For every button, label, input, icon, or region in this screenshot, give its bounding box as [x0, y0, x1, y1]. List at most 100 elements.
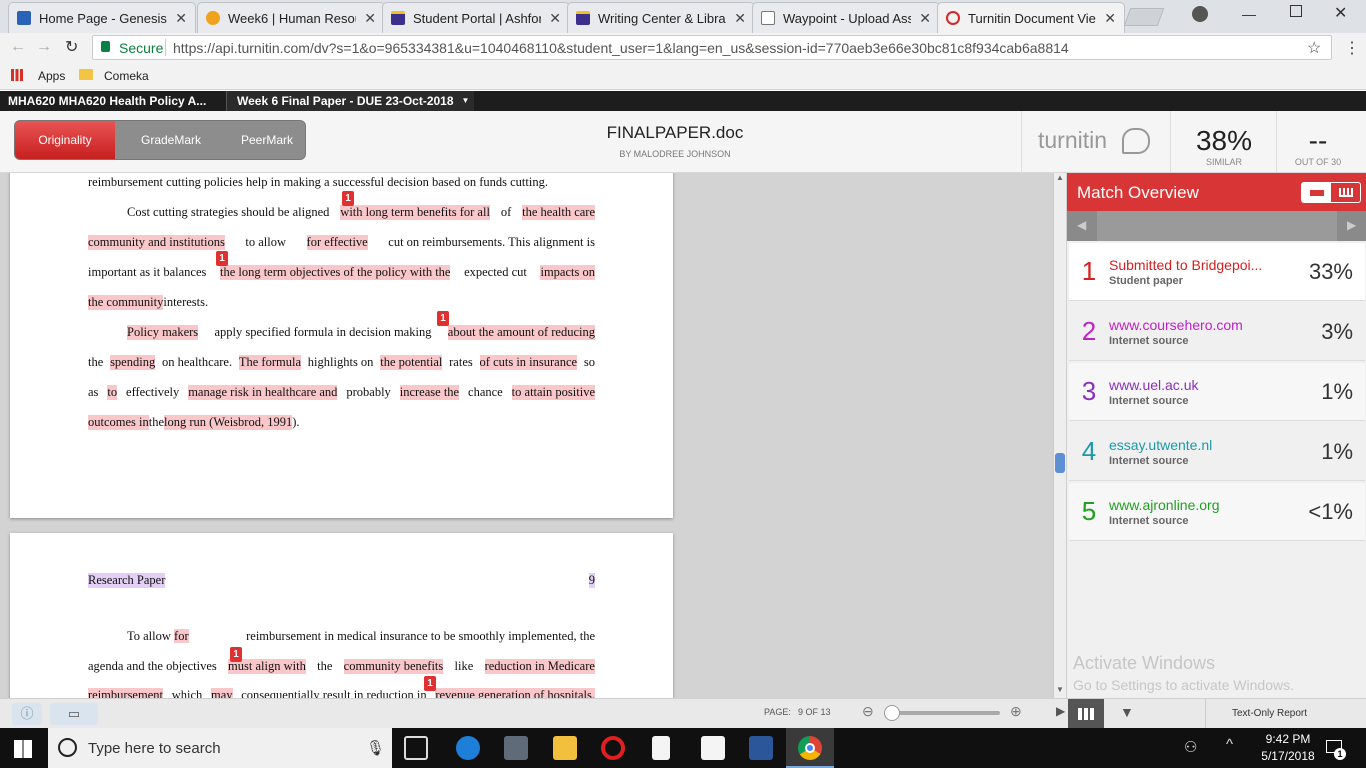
match-marker[interactable]: 1 [230, 647, 242, 662]
document-viewer[interactable]: reimbursement cutting policies help in m… [0, 173, 1053, 698]
match-highlight[interactable]: to attain positive [511, 385, 595, 400]
text-only-report-button[interactable]: Text-Only Report [1232, 708, 1307, 719]
bookmark-apps[interactable]: Apps [38, 69, 65, 83]
match-source-name[interactable]: essay.utwente.nl [1109, 437, 1293, 453]
zoom-handle[interactable] [884, 705, 900, 721]
close-icon[interactable]: ✕ [549, 10, 561, 27]
notepad-icon[interactable] [652, 736, 670, 760]
match-highlight[interactable]: impacts on [540, 265, 595, 280]
match-highlight[interactable]: to [107, 385, 118, 400]
scroll-up-icon[interactable]: ▲ [1056, 173, 1064, 182]
match-highlight[interactable]: the health care [522, 205, 595, 220]
close-icon[interactable]: ✕ [1104, 10, 1116, 27]
filter-icon[interactable]: ▼ [1120, 704, 1134, 720]
match-highlight[interactable]: reimbursement [88, 688, 163, 698]
match-highlight[interactable]: with long term benefits for all [340, 205, 490, 220]
prev-arrow-icon[interactable]: ◀ [1077, 218, 1086, 232]
taskbar-search[interactable]: Type here to search 🎙 [48, 728, 392, 768]
tab-writing-center[interactable]: Writing Center & Librar ✕ [567, 2, 755, 33]
match-highlight[interactable]: revenue generation of hospitals. [435, 688, 595, 698]
menu-icon[interactable]: ⋮ [1344, 38, 1360, 58]
close-icon[interactable]: ✕ [175, 10, 187, 27]
url-box[interactable]: Secure https://api.turnitin.com/dv?s=1&o… [92, 35, 1332, 60]
edge-icon[interactable] [456, 736, 480, 760]
match-overview-tab-icon[interactable] [1068, 699, 1104, 729]
close-icon[interactable]: ✕ [734, 10, 746, 27]
match-highlight[interactable]: the potential [380, 355, 443, 370]
print-icon[interactable]: ▭ [50, 703, 98, 725]
match-highlight[interactable]: reduction in Medicare [484, 659, 595, 674]
chevron-up-icon[interactable]: ^ [1226, 736, 1233, 753]
info-icon[interactable]: ⓘ [12, 703, 42, 725]
window-close-icon[interactable]: ✕ [1334, 3, 1347, 23]
match-item[interactable]: 2 www.coursehero.com Internet source 3% [1069, 303, 1365, 361]
match-item[interactable]: 3 www.uel.ac.uk Internet source 1% [1069, 363, 1365, 421]
match-highlight[interactable]: community benefits [343, 659, 444, 674]
match-highlight[interactable]: may [210, 688, 233, 698]
match-source-name[interactable]: www.uel.ac.uk [1109, 377, 1293, 393]
bookmark-comeka[interactable]: Comeka [104, 69, 149, 83]
match-marker[interactable]: 1 [424, 676, 436, 691]
tab-turnitin[interactable]: Turnitin Document View ✕ [937, 2, 1125, 33]
match-highlight[interactable]: of cuts in insurance [479, 355, 578, 370]
match-highlight[interactable]: for [174, 629, 189, 643]
match-highlight[interactable]: The formula [238, 355, 302, 370]
close-icon[interactable]: ✕ [919, 10, 931, 27]
tab-student-portal[interactable]: Student Portal | Ashford ✕ [382, 2, 570, 33]
match-highlight[interactable]: spending [110, 355, 156, 370]
grademark-button[interactable]: GradeMark [127, 121, 215, 159]
star-icon[interactable]: ☆ [1307, 38, 1321, 58]
new-tab-button[interactable] [1123, 8, 1165, 26]
tab-genesis[interactable]: Home Page - Genesis FS ✕ [8, 2, 196, 33]
file-explorer-icon[interactable] [553, 736, 577, 760]
document-scrollbar[interactable]: ▲ ▼ [1053, 173, 1066, 698]
match-highlight[interactable]: outcomes in [88, 415, 149, 430]
chrome-taskbar-item[interactable] [786, 728, 834, 768]
back-icon[interactable]: ← [10, 38, 26, 56]
assignment-select[interactable]: Week 6 Final Paper - DUE 23-Oct-2018 ▼ [226, 91, 474, 111]
match-highlight[interactable]: increase the [399, 385, 460, 400]
people-icon[interactable]: ⚇ [1184, 738, 1197, 756]
url-text[interactable]: https://api.turnitin.com/dv?s=1&o=965334… [173, 40, 1263, 56]
sticky-notes-icon[interactable] [701, 736, 725, 760]
match-source-name[interactable]: www.ajronline.org [1109, 497, 1293, 513]
close-icon[interactable]: ✕ [364, 10, 376, 27]
apps-icon[interactable] [11, 69, 23, 81]
forward-icon[interactable]: → [36, 38, 52, 56]
expand-arrow-icon[interactable]: ▶ [1056, 704, 1065, 718]
match-item[interactable]: 4 essay.utwente.nl Internet source 1% [1069, 423, 1365, 481]
word-icon[interactable] [749, 736, 773, 760]
next-arrow-icon[interactable]: ▶ [1347, 218, 1356, 232]
tab-week6[interactable]: Week6 | Human Resourc ✕ [197, 2, 385, 33]
task-view-icon[interactable] [404, 736, 428, 760]
match-list-view-icon[interactable] [1302, 183, 1331, 202]
match-highlight[interactable]: long run (Weisbrod, 1991 [164, 415, 293, 430]
match-highlight[interactable]: the community [88, 295, 164, 310]
match-highlight[interactable]: Policy makers [127, 325, 199, 340]
scroll-down-icon[interactable]: ▼ [1056, 685, 1064, 694]
match-highlight[interactable]: about the amount of reducing [447, 325, 595, 340]
store-icon[interactable] [504, 736, 528, 760]
match-marker[interactable]: 1 [437, 311, 449, 326]
course-name[interactable]: MHA620 MHA620 Health Policy A... [8, 94, 218, 108]
match-highlight[interactable]: manage risk in healthcare and [188, 385, 338, 400]
minimize-icon[interactable]: — [1242, 6, 1256, 22]
windows-start-icon[interactable] [14, 740, 32, 758]
clock-time[interactable]: 9:42 PM [1258, 732, 1318, 746]
profile-icon[interactable] [1192, 6, 1208, 22]
clock-date[interactable]: 5/17/2018 [1254, 749, 1322, 763]
opera-icon[interactable] [601, 736, 625, 760]
match-source-name[interactable]: Submitted to Bridgepoi... [1109, 257, 1293, 273]
scroll-thumb[interactable] [1055, 453, 1065, 473]
similarity-score[interactable]: 38% [1176, 125, 1272, 157]
match-highlight[interactable]: for effective [306, 235, 368, 250]
match-marker[interactable]: 1 [342, 191, 354, 206]
match-source-name[interactable]: www.coursehero.com [1109, 317, 1293, 333]
match-item[interactable]: 5 www.ajronline.org Internet source <1% [1069, 483, 1365, 541]
tab-waypoint[interactable]: Waypoint - Upload Assi ✕ [752, 2, 940, 33]
zoom-out-icon[interactable]: ⊖ [862, 703, 874, 720]
peermark-button[interactable]: PeerMark [229, 121, 305, 159]
microphone-icon[interactable]: 🎙 [366, 739, 385, 757]
originality-button[interactable]: Originality [15, 121, 115, 159]
match-breakdown-view-icon[interactable] [1331, 183, 1360, 202]
